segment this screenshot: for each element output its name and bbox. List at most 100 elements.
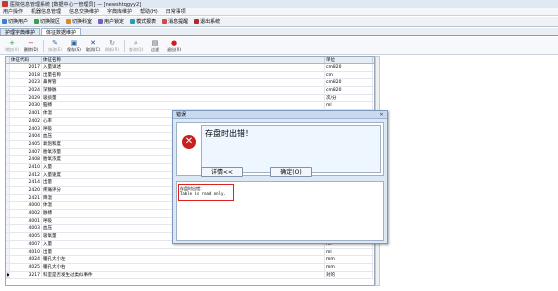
error-detail-text: Table is read only. — [180, 191, 226, 196]
cell-code[interactable]: 4010 — [10, 248, 42, 256]
report-mode-button[interactable]: 模式报表 — [130, 18, 156, 25]
refresh-button[interactable]: ↻ 刷新(R) — [103, 39, 121, 53]
cell-code[interactable]: 4007 — [10, 240, 42, 248]
cell-name[interactable]: 科室是否发生过类似事件 — [42, 271, 325, 279]
cell-code[interactable]: 4025 — [10, 263, 42, 271]
add-button[interactable]: + 增加(A) — [3, 39, 21, 53]
cell-name[interactable]: 深静脉 — [42, 87, 325, 94]
table-row[interactable]: 2029 吸痰量 次/分 — [6, 94, 374, 103]
delete-button[interactable]: − 删除(D) — [22, 39, 40, 53]
menu-user-ops[interactable]: 用户操作 — [3, 8, 23, 15]
cell-name[interactable]: 出量名称 — [42, 71, 325, 79]
cell-code[interactable]: 4024 — [10, 256, 42, 263]
cell-code[interactable]: 2405 — [10, 140, 42, 148]
cell-unit[interactable]: mm — [325, 263, 373, 271]
cancel-button[interactable]: ✕ 取消(C) — [84, 39, 102, 53]
cell-code[interactable]: 2421 — [10, 194, 42, 202]
cell-code[interactable]: 2414 — [10, 179, 42, 186]
cell-name[interactable]: 瞳孔大小左 — [42, 256, 325, 263]
tab-nursing-dictionary[interactable]: 护理字典维护 — [0, 28, 41, 36]
cell-code[interactable]: 2410 — [10, 163, 42, 171]
window-title: 医院信息管理系统 [数据中心一管理员] — [newshtqgyy2] — [10, 1, 142, 8]
table-row[interactable]: 2023 鼻胃管 cm820 — [6, 79, 374, 88]
cell-unit[interactable]: 对的 — [325, 271, 373, 279]
cell-code[interactable]: 4005 — [10, 233, 42, 240]
table-row[interactable]: 2017 入量详述 cm820 — [6, 64, 374, 72]
query-button[interactable]: ⌕ 查询(Q) — [127, 39, 145, 53]
switch-department-button[interactable]: 切换科室 — [66, 18, 92, 25]
cell-code[interactable]: 2401 — [10, 110, 42, 117]
table-row[interactable]: 4024 瞳孔大小左 mm — [6, 256, 374, 264]
cell-code[interactable]: 2018 — [10, 71, 42, 79]
cell-code[interactable]: 2420 — [10, 187, 42, 194]
ok-button[interactable]: 确定(O) — [270, 167, 312, 177]
cell-code[interactable]: 2029 — [10, 94, 42, 102]
exit-icon — [194, 19, 200, 24]
user-icon — [2, 19, 7, 24]
cell-unit[interactable]: 次/分 — [325, 94, 373, 102]
cell-code[interactable]: 2408 — [10, 156, 42, 163]
table-row[interactable]: 4025 瞳孔大小右 mm — [6, 263, 374, 272]
cell-unit[interactable]: cm820 — [325, 87, 373, 94]
column-header-name[interactable]: 体征名称 — [42, 57, 325, 63]
cell-name[interactable]: 瞳孔大小右 — [42, 263, 325, 271]
close-icon[interactable]: ✕ — [378, 112, 385, 118]
menu-info-exchange[interactable]: 信息交换维护 — [69, 8, 99, 15]
exit-button[interactable]: ● 退出(X) — [165, 39, 183, 53]
table-row[interactable]: 2018 出量名称 cm — [6, 71, 374, 80]
message-icon — [162, 19, 168, 24]
menu-daily[interactable]: 日常事项 — [166, 8, 186, 15]
cell-name[interactable]: 出量 — [42, 248, 325, 256]
save-button[interactable]: ▣ 保存(S) — [65, 39, 83, 53]
menu-machine-info[interactable]: 机器信息管理 — [31, 8, 61, 15]
cell-code[interactable]: 2403 — [10, 125, 42, 133]
table-row[interactable]: 2030 脑搏 ml — [6, 102, 374, 111]
cell-unit[interactable]: cm820 — [325, 64, 373, 71]
lock-user-button[interactable]: 用户锁定 — [98, 18, 124, 25]
cell-unit[interactable]: mm — [325, 256, 373, 263]
cell-unit[interactable]: ml — [325, 102, 373, 110]
cell-code[interactable]: 4000 — [10, 202, 42, 210]
cell-name[interactable]: 入量详述 — [42, 64, 325, 71]
exit-system-button[interactable]: 退出系统 — [194, 18, 220, 25]
cell-code[interactable]: 2407 — [10, 148, 42, 156]
cell-name[interactable]: 鼻胃管 — [42, 79, 325, 87]
cell-code[interactable]: 3217 — [10, 271, 42, 279]
table-row[interactable]: 4010 出量 ml — [6, 248, 374, 257]
cell-unit[interactable]: ml — [325, 248, 373, 256]
table-row[interactable]: 2024 深静脉 cm820 — [6, 87, 374, 95]
cell-unit[interactable]: cm — [325, 71, 373, 79]
menu-help[interactable]: 帮助(H) — [140, 8, 158, 15]
department-icon — [66, 19, 72, 24]
switch-user-button[interactable]: 切换用户 — [2, 18, 28, 25]
cell-unit[interactable]: cm820 — [325, 79, 373, 87]
edit-button[interactable]: ✎ 修改(E) — [46, 39, 64, 53]
empty-workspace — [381, 56, 553, 286]
cell-code[interactable]: 4003 — [10, 225, 42, 233]
messages-button[interactable]: 消息提醒 — [162, 18, 188, 25]
error-icon: ✕ — [182, 135, 196, 149]
cell-code[interactable]: 2404 — [10, 133, 42, 140]
tab-vital-signs-data[interactable]: 体征数据维护 — [41, 28, 82, 36]
column-header-code[interactable]: 体征代码 — [10, 57, 42, 63]
cell-name[interactable]: 脑搏 — [42, 102, 325, 110]
grid-header: 体征代码 体征名称 单位 — [6, 57, 374, 64]
add-icon: + — [9, 38, 15, 47]
cell-code[interactable]: 2017 — [10, 64, 42, 71]
cell-code[interactable]: 4002 — [10, 210, 42, 217]
cell-code[interactable]: 2023 — [10, 79, 42, 87]
cell-code[interactable]: 2402 — [10, 117, 42, 125]
dialog-details-panel: 存盘时出错： Table is read only. — [176, 181, 384, 241]
switch-campus-button[interactable]: 切换院区 — [34, 18, 60, 25]
menu-bar: 用户操作 机器信息管理 信息交换维护 字典库维护 帮助(H) 日常事项 — [0, 8, 558, 16]
cell-code[interactable]: 2412 — [10, 171, 42, 179]
menu-dictionary[interactable]: 字典库维护 — [107, 8, 132, 15]
column-header-unit[interactable]: 单位 — [325, 57, 373, 63]
filter-button[interactable]: ▤ 过滤 — [146, 39, 164, 53]
cell-code[interactable]: 2024 — [10, 87, 42, 94]
cell-code[interactable]: 2030 — [10, 102, 42, 110]
table-row[interactable]: ▶3217科室是否发生过类似事件对的 — [6, 271, 374, 280]
cell-code[interactable]: 4001 — [10, 217, 42, 225]
details-button[interactable]: 详情<< — [201, 167, 243, 177]
cell-name[interactable]: 吸痰量 — [42, 94, 325, 102]
